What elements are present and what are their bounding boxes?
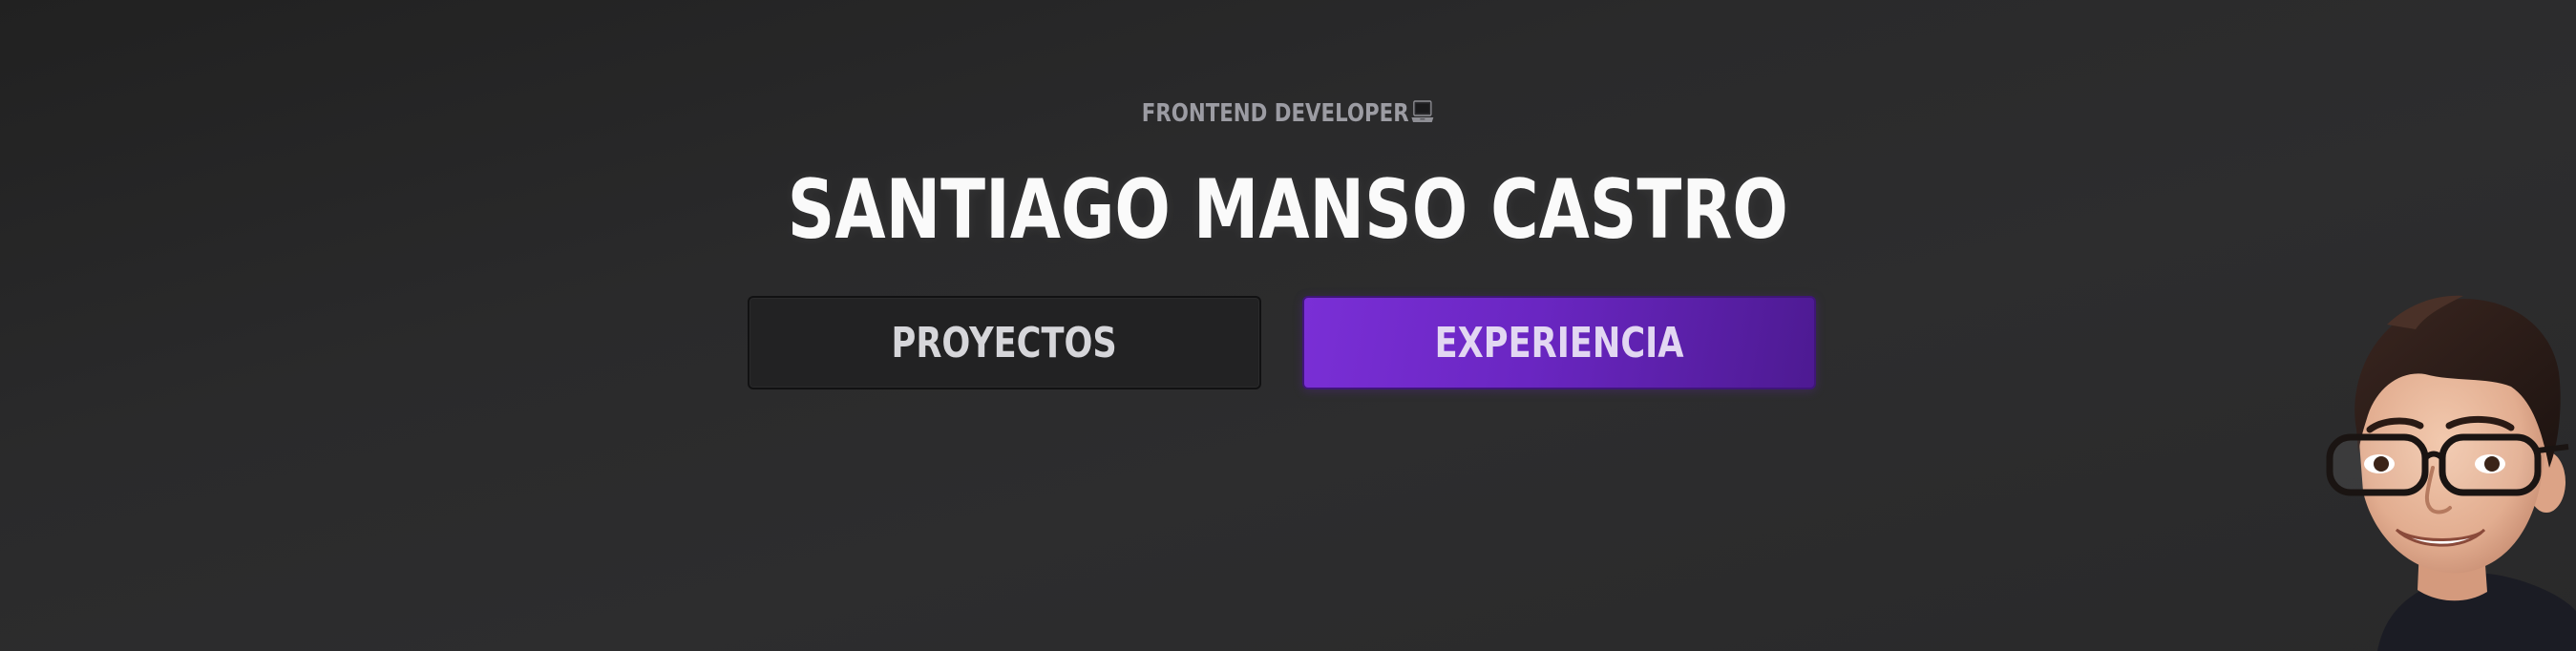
projects-button-label: PROYECTOS xyxy=(891,318,1118,368)
job-title: FRONTEND DEVELOPER xyxy=(232,99,2344,128)
avatar xyxy=(2326,295,2576,651)
laptop-icon xyxy=(1411,100,1434,122)
experience-button-label: EXPERIENCIA xyxy=(1434,318,1684,368)
job-title-text: FRONTEND DEVELOPER xyxy=(1141,99,1409,128)
page-title: SANTIAGO MANSO CASTRO xyxy=(787,162,1788,258)
projects-button[interactable]: PROYECTOS xyxy=(748,296,1261,389)
hero-section: FRONTEND DEVELOPER SANTIAGO MANSO CASTRO… xyxy=(0,0,2576,651)
experience-button[interactable]: EXPERIENCIA xyxy=(1302,296,1816,389)
